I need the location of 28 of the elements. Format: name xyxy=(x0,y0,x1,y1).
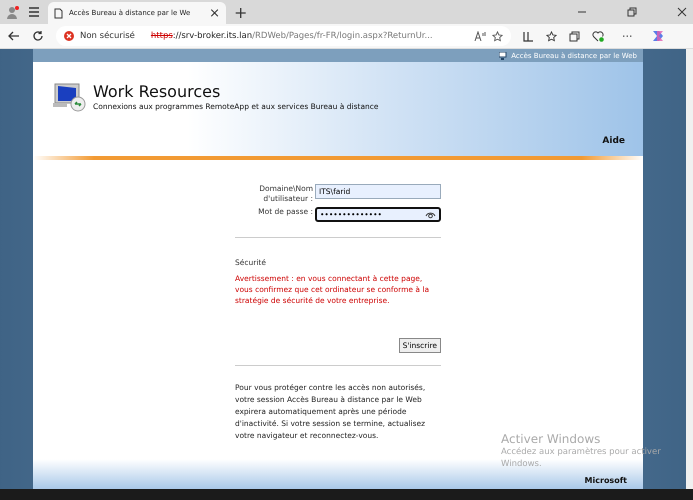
eye-icon[interactable] xyxy=(425,210,436,218)
split-screen-icon[interactable] xyxy=(523,30,534,42)
not-secure-icon xyxy=(64,31,74,41)
heart-pulse-icon[interactable] xyxy=(592,30,604,42)
computer-icon xyxy=(499,52,508,60)
profile-icon[interactable] xyxy=(6,5,20,19)
address-bar[interactable]: Non sécurisé https://srv-broker.its.lan/RDWeb/Pages/fr-FR/login.aspx?ReturnUr... xyxy=(56,26,511,46)
new-tab-button[interactable]: + xyxy=(234,2,248,22)
page-icon xyxy=(54,8,63,18)
help-link[interactable]: Aide xyxy=(602,136,625,146)
tab-actions-icon[interactable] xyxy=(28,6,40,18)
scrollbar[interactable] xyxy=(686,49,693,489)
copilot-icon[interactable] xyxy=(650,29,664,43)
restore-icon[interactable] xyxy=(627,7,637,17)
read-aloud-icon[interactable] xyxy=(474,31,486,41)
security-label: Non sécurisé xyxy=(80,31,135,41)
back-icon[interactable] xyxy=(8,30,20,42)
collections-icon[interactable] xyxy=(569,30,580,42)
close-icon[interactable] xyxy=(677,7,687,17)
favorites-icon[interactable] xyxy=(546,30,557,42)
more-button[interactable]: ··· xyxy=(616,28,638,44)
url-text: https://srv-broker.its.lan/RDWeb/Pages/fr-FR/login.aspx?ReturnUr... xyxy=(150,31,434,41)
reload-icon[interactable] xyxy=(32,30,44,42)
footer-logo: Microsoft xyxy=(584,476,627,485)
star-icon[interactable] xyxy=(492,30,503,42)
close-tab-button[interactable]: × xyxy=(209,6,220,20)
activation-title: Activer Windows xyxy=(501,432,602,446)
page-title: Work Resources xyxy=(93,82,222,101)
